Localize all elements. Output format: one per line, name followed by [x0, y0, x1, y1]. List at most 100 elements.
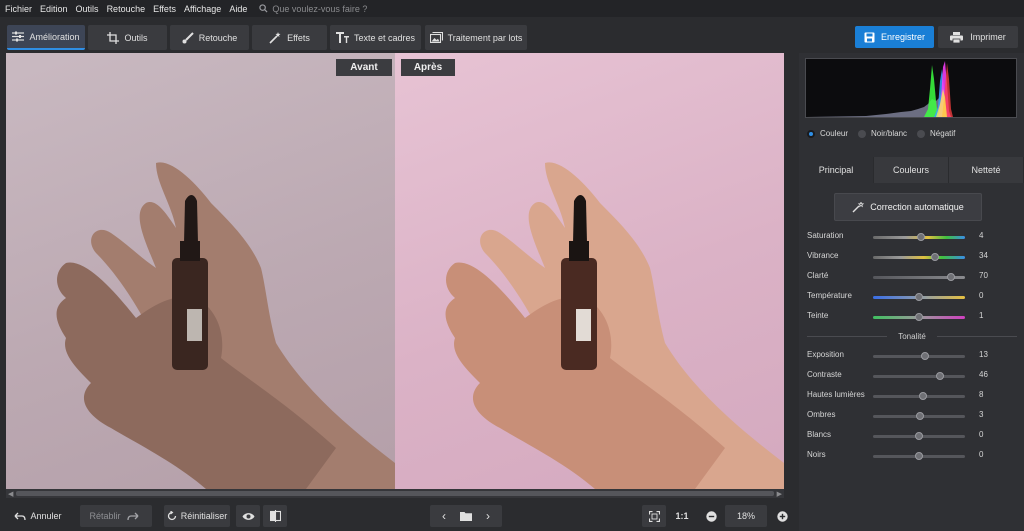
radio-couleur-label: Couleur — [820, 129, 849, 138]
search-placeholder: Que voulez-vous faire ? — [272, 3, 368, 14]
slider-knob[interactable] — [947, 273, 956, 281]
slider-saturation[interactable]: Saturation 4 — [807, 231, 1017, 243]
slider-label: Hautes lumières — [807, 390, 865, 399]
histogram — [805, 58, 1017, 118]
slider-label: Noirs — [807, 450, 826, 459]
slider-track[interactable] — [873, 432, 965, 440]
tab-texte-et-cadres[interactable]: Texte et cadres — [330, 25, 421, 50]
radio-noir-blanc[interactable]: Noir/blanc — [858, 129, 907, 138]
reset-button[interactable]: Réinitialiser — [164, 505, 230, 527]
zoom-out-icon — [705, 510, 717, 522]
slider-teinte[interactable]: Teinte 1 — [807, 311, 1017, 323]
zoom-1-1-button[interactable]: 1:1 — [670, 505, 694, 527]
search-box[interactable]: Que voulez-vous faire ? — [259, 4, 367, 14]
tab-nettete[interactable]: Netteté — [949, 157, 1024, 183]
auto-correction-button[interactable]: Correction automatique — [834, 193, 982, 221]
slider-track[interactable] — [873, 313, 965, 321]
slider-knob[interactable] — [936, 372, 945, 380]
zoom-out-button[interactable] — [700, 505, 722, 527]
tab-retouche[interactable]: Retouche — [170, 25, 249, 50]
auto-correction-label: Correction automatique — [870, 202, 964, 212]
slider-knob[interactable] — [921, 352, 930, 360]
photo-hands-bottle-after — [445, 162, 784, 489]
slider-temperature[interactable]: Température 0 — [807, 291, 1017, 303]
slider-track[interactable] — [873, 253, 965, 261]
slider-contraste[interactable]: Contraste 46 — [807, 370, 1017, 382]
next-icon[interactable]: › — [477, 509, 499, 523]
crop-icon — [107, 31, 120, 44]
tab-couleurs[interactable]: Couleurs — [874, 157, 949, 183]
print-button[interactable]: Imprimer — [938, 26, 1018, 48]
slider-track[interactable] — [873, 273, 965, 281]
tab-outils[interactable]: Outils — [88, 25, 167, 50]
slider-exposition[interactable]: Exposition 13 — [807, 350, 1017, 362]
menu-edition[interactable]: Edition — [40, 4, 68, 14]
fit-to-screen-button[interactable] — [642, 505, 666, 527]
slider-track[interactable] — [873, 293, 965, 301]
slider-knob[interactable] — [930, 253, 939, 261]
menu-retouche[interactable]: Retouche — [107, 4, 146, 14]
save-button[interactable]: Enregistrer — [855, 26, 934, 48]
horizontal-scrollbar[interactable]: ◀ ▶ — [6, 489, 784, 498]
menu-fichier[interactable]: Fichier — [5, 4, 32, 14]
slider-knob[interactable] — [915, 412, 924, 420]
slider-track[interactable] — [873, 412, 965, 420]
tab-lots-label: Traitement par lots — [447, 32, 523, 43]
slider-track[interactable] — [873, 392, 965, 400]
slider-knob[interactable] — [918, 392, 927, 400]
slider-knob[interactable] — [915, 313, 923, 321]
slider-label: Teinte — [807, 311, 829, 320]
slider-noirs[interactable]: Noirs 0 — [807, 450, 1017, 462]
folder-icon[interactable] — [460, 511, 472, 521]
preview-toggle-button[interactable] — [236, 505, 260, 527]
radio-couleur[interactable]: Couleur — [807, 129, 848, 138]
slider-label: Contraste — [807, 370, 842, 379]
radio-negatif[interactable]: Négatif — [917, 129, 955, 138]
slider-knob[interactable] — [915, 452, 923, 460]
compare-toggle-button[interactable] — [263, 505, 287, 527]
radio-dot — [917, 129, 926, 138]
slider-knob[interactable] — [915, 293, 923, 301]
slider-label: Ombres — [807, 410, 836, 419]
menu-affichage[interactable]: Affichage — [184, 4, 221, 14]
image-canvas[interactable]: Avant Après — [6, 53, 784, 489]
slider-knob[interactable] — [915, 432, 923, 440]
zoom-in-button[interactable] — [771, 505, 793, 527]
slider-label: Saturation — [807, 231, 844, 240]
slider-track[interactable] — [873, 352, 965, 360]
menu-effets[interactable]: Effets — [153, 4, 176, 14]
slider-blancs[interactable]: Blancs 0 — [807, 430, 1017, 442]
divider — [937, 336, 1017, 337]
slider-hautes-lumieres[interactable]: Hautes lumières 8 — [807, 390, 1017, 402]
slider-clarte[interactable]: Clarté 70 — [807, 271, 1017, 283]
batch-images-icon — [429, 32, 443, 43]
previous-icon[interactable]: ‹ — [433, 509, 455, 523]
menu-aide[interactable]: Aide — [229, 4, 247, 14]
scrollbar-thumb[interactable] — [16, 491, 774, 496]
scroll-left-icon[interactable]: ◀ — [8, 490, 13, 498]
slider-track[interactable] — [873, 372, 965, 380]
toolbar: Amélioration Outils Retouche Effets Text… — [0, 17, 1024, 53]
slider-label: Blancs — [807, 430, 832, 439]
tab-traitement-par-lots[interactable]: Traitement par lots — [425, 25, 527, 50]
save-button-label: Enregistrer — [880, 32, 925, 42]
tab-amelioration[interactable]: Amélioration — [7, 25, 85, 50]
undo-icon — [15, 512, 27, 520]
slider-knob[interactable] — [916, 233, 925, 241]
slider-label: Température — [807, 291, 852, 300]
tab-principal[interactable]: Principal — [799, 157, 874, 183]
slider-vibrance[interactable]: Vibrance 34 — [807, 251, 1017, 263]
menu-outils[interactable]: Outils — [76, 4, 99, 14]
slider-track[interactable] — [873, 233, 965, 241]
undo-button[interactable]: Annuler — [8, 505, 68, 527]
redo-icon — [126, 512, 138, 520]
redo-button[interactable]: Rétablir — [80, 505, 152, 527]
slider-value: 46 — [979, 370, 988, 379]
text-icon — [335, 32, 349, 43]
zoom-level-field[interactable]: 18% — [725, 505, 767, 527]
scroll-right-icon[interactable]: ▶ — [777, 490, 782, 498]
slider-track[interactable] — [873, 452, 965, 460]
slider-ombres[interactable]: Ombres 3 — [807, 410, 1017, 422]
tab-effets[interactable]: Effets — [252, 25, 327, 50]
magic-wand-icon — [269, 31, 281, 44]
